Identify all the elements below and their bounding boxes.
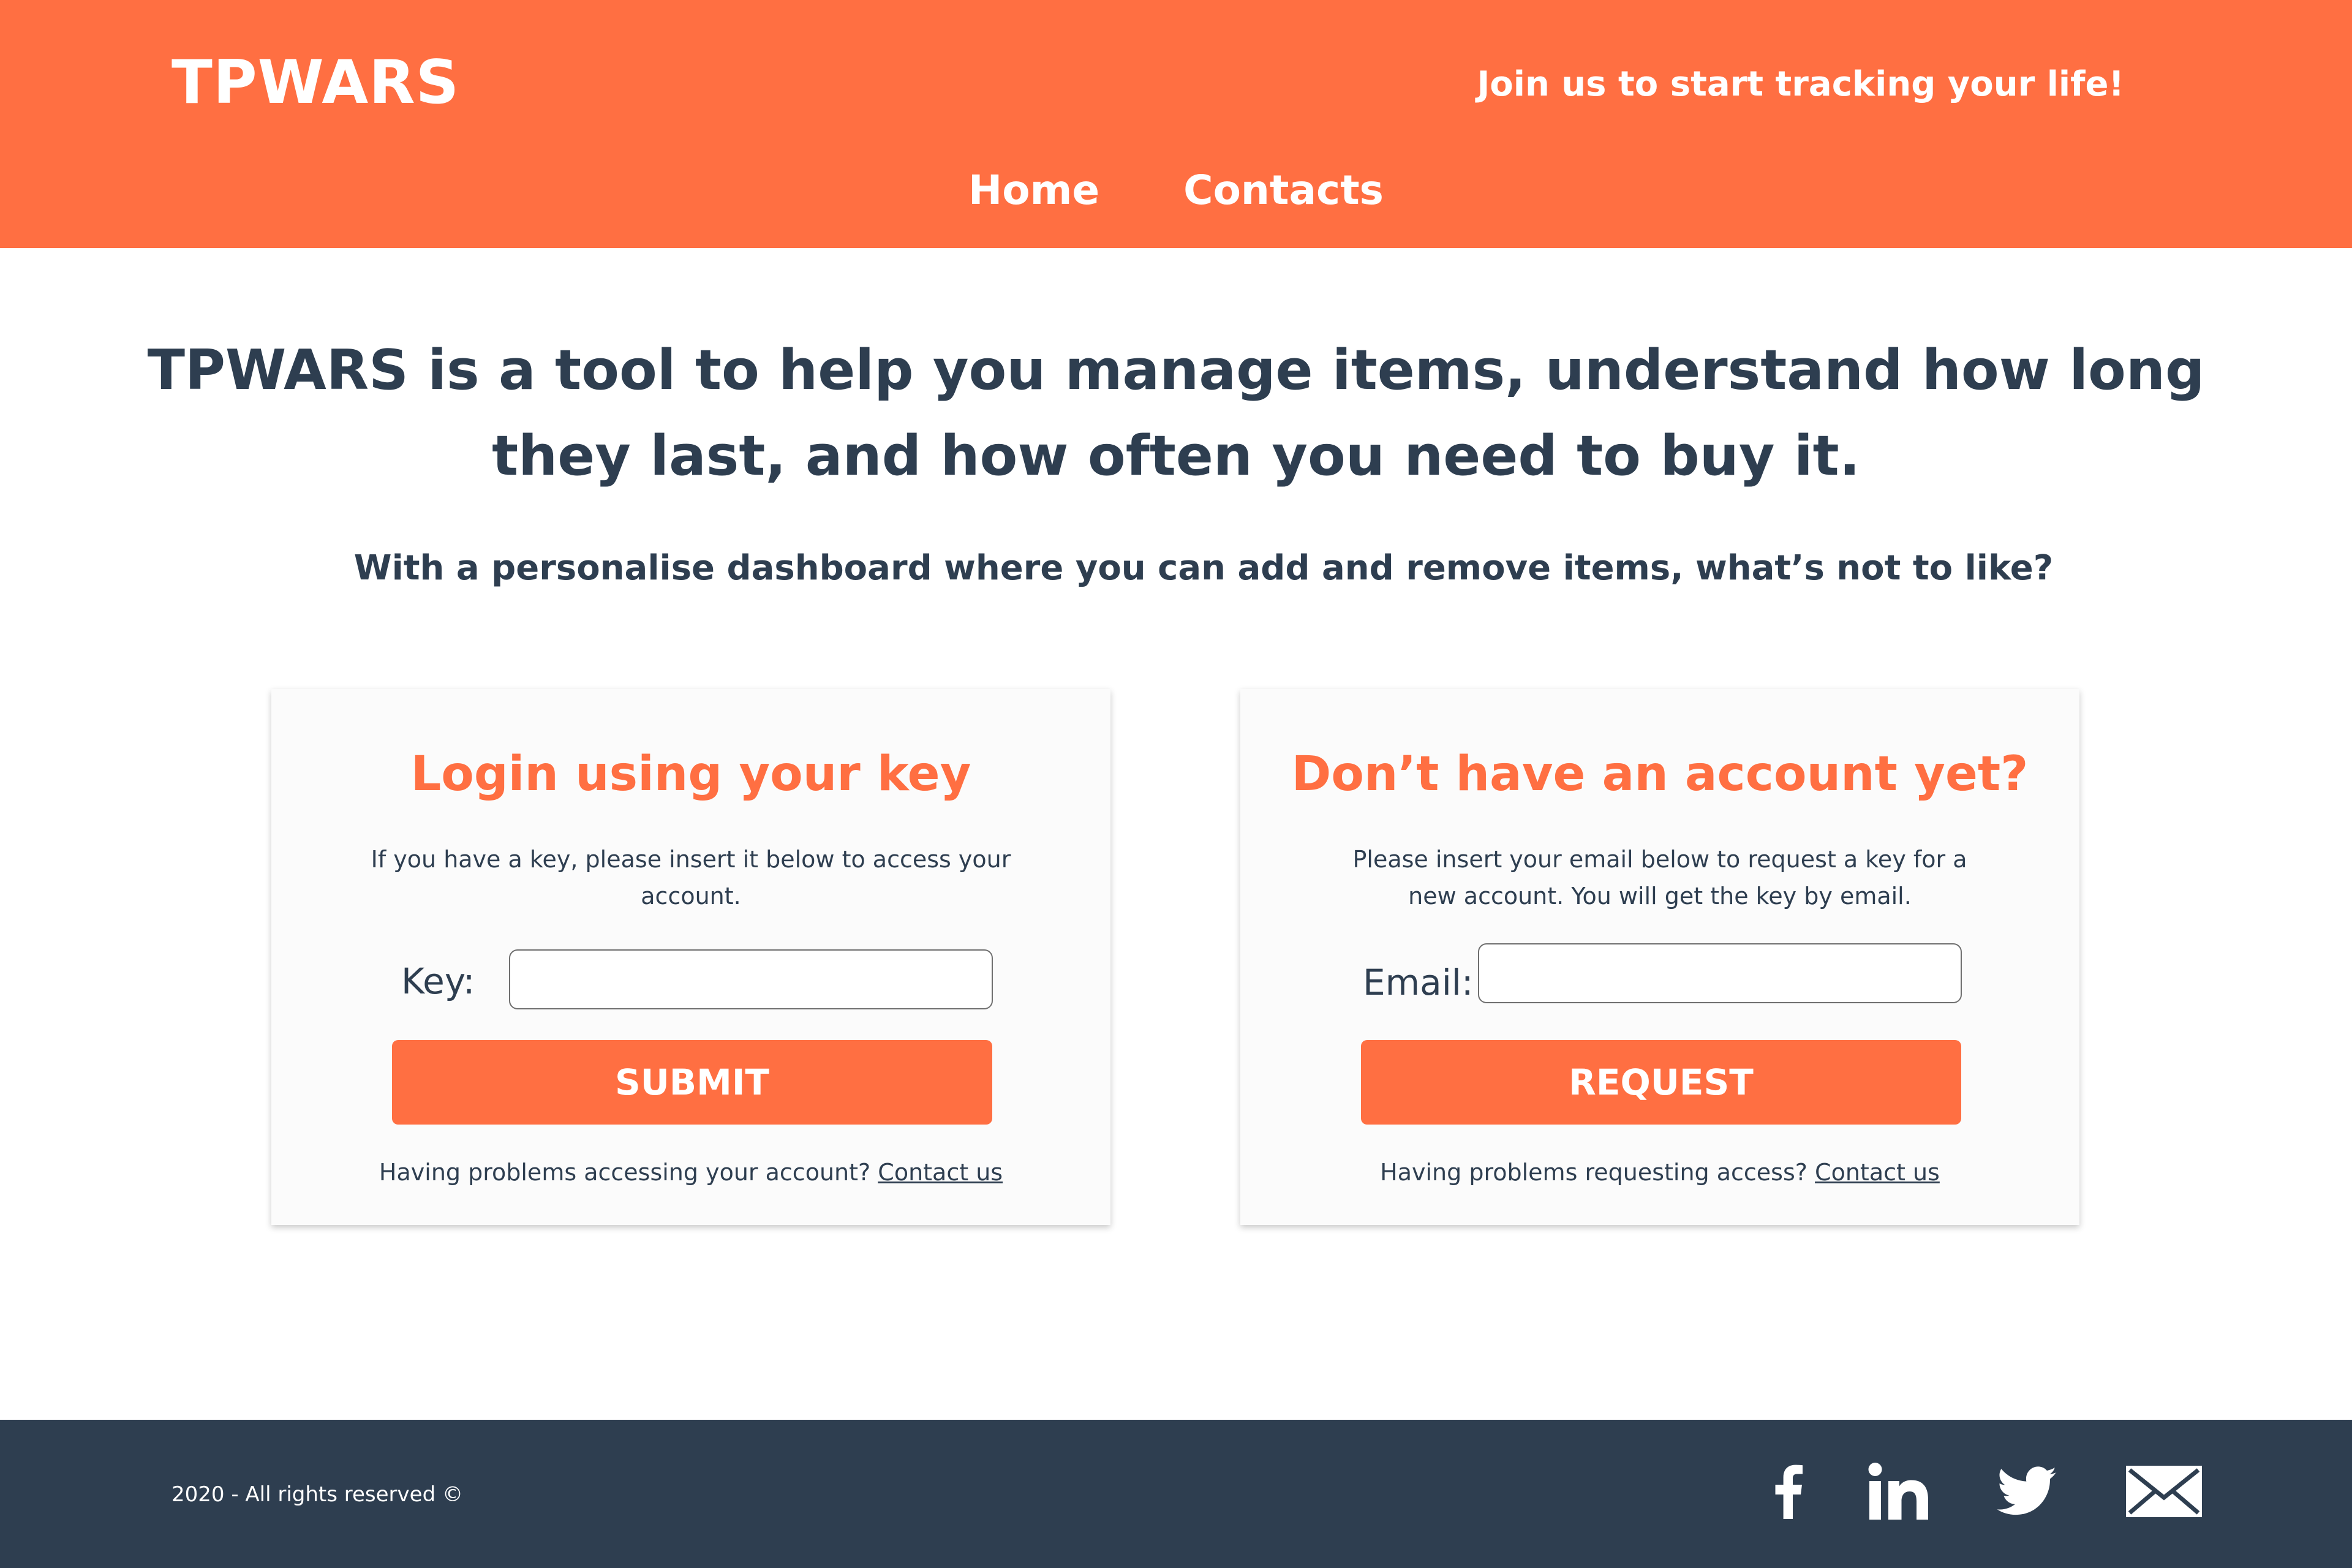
login-card-description: If you have a key, please insert it belo…	[371, 846, 1011, 910]
main-nav: Home Contacts	[0, 170, 2352, 211]
key-label: Key:	[401, 960, 475, 1002]
request-help-text: Having problems requesting access?	[1380, 1159, 1807, 1186]
request-contact-link[interactable]: Contact us	[1815, 1159, 1940, 1186]
nav-home-link[interactable]: Home	[968, 167, 1099, 214]
mail-icon[interactable]	[2122, 1458, 2205, 1525]
hero-subtitle: With a personalise dashboard where you c…	[353, 548, 2054, 588]
request-card: Don’t have an account yet? Please insert…	[1240, 689, 2079, 1225]
hero-title: TPWARS is a tool to help you manage item…	[0, 328, 2352, 499]
email-label: Email:	[1363, 962, 1474, 1003]
facebook-icon[interactable]	[1764, 1458, 1813, 1525]
login-contact-link[interactable]: Contact us	[878, 1159, 1003, 1186]
nav-contacts-link[interactable]: Contacts	[1183, 167, 1384, 214]
email-input[interactable]	[1478, 943, 1962, 1003]
request-card-title: Don’t have an account yet?	[1291, 747, 2029, 802]
header-tagline: Join us to start tracking your life!	[1477, 64, 2124, 104]
request-card-description: Please insert your email below to reques…	[1352, 846, 1967, 910]
hero-title-line-1: TPWARS is a tool to help you manage item…	[147, 338, 2205, 402]
copyright: 2020 - All rights reserved ©	[172, 1482, 463, 1507]
login-card-title: Login using your key	[410, 747, 971, 802]
key-input[interactable]	[509, 949, 993, 1009]
submit-button[interactable]: SUBMIT	[392, 1040, 992, 1125]
site-header: TPWARS Join us to start tracking your li…	[0, 0, 2352, 248]
login-card: Login using your key If you have a key, …	[271, 689, 1110, 1225]
hero-title-line-2: they last, and how often you need to buy…	[492, 424, 1860, 488]
logo[interactable]: TPWARS	[172, 53, 459, 113]
request-help: Having problems requesting access? Conta…	[1240, 1161, 2079, 1184]
linkedin-icon[interactable]	[1862, 1458, 1936, 1525]
twitter-icon[interactable]	[1994, 1458, 2061, 1525]
login-help-text: Having problems accessing your account?	[379, 1159, 871, 1186]
login-help: Having problems accessing your account? …	[271, 1161, 1110, 1184]
request-button[interactable]: REQUEST	[1361, 1040, 1961, 1125]
site-footer: 2020 - All rights reserved ©	[0, 1420, 2352, 1568]
